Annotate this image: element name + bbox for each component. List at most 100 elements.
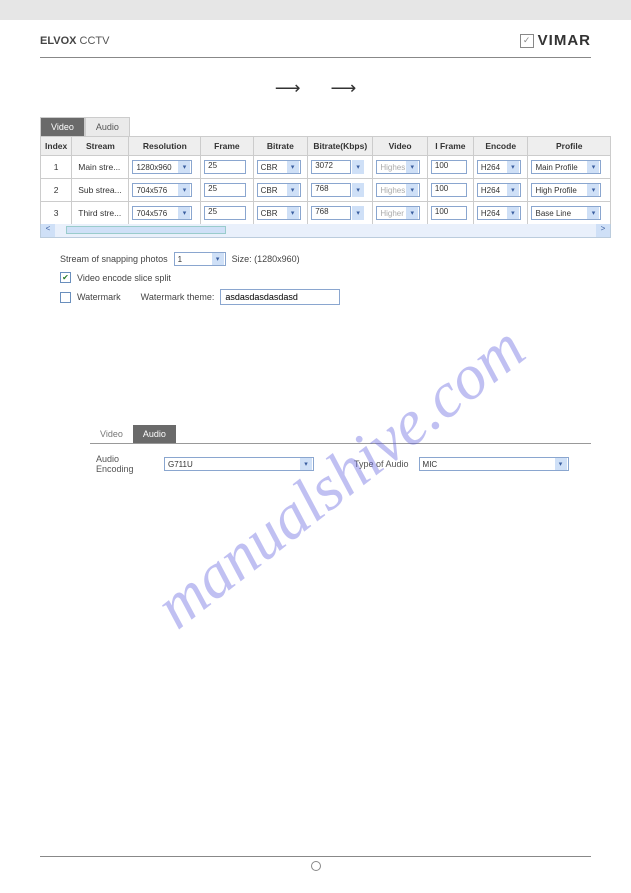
cell-profile: High Profile▾: [528, 179, 611, 202]
scroll-track[interactable]: [55, 224, 596, 237]
arrow-right-icon: ⟶: [331, 78, 357, 99]
col-index: Index: [41, 137, 72, 156]
cell-select[interactable]: Highes▾: [376, 183, 420, 197]
snap-label: Stream of snapping photos: [60, 254, 168, 264]
cell-frame: 25: [201, 202, 253, 225]
cell-iframe: 100: [427, 156, 473, 179]
cell-bk: 768▾: [308, 179, 373, 202]
cell-bitrate: CBR▾: [253, 179, 308, 202]
chevron-down-icon: ▾: [406, 184, 418, 196]
chevron-down-icon: ▾: [287, 207, 299, 219]
audio-row: Audio Encoding G711U ▾ Type of Audio MIC…: [90, 444, 591, 484]
chevron-down-icon: ▾: [212, 253, 224, 265]
cell-frame: 25: [201, 156, 253, 179]
options-block: Stream of snapping photos 1 ▾ Size: (128…: [60, 252, 607, 305]
page-header: ELVOX CCTV ✓ VIMAR: [0, 20, 631, 57]
slice-checkbox[interactable]: [60, 272, 71, 283]
audio-type-select[interactable]: MIC ▾: [419, 457, 569, 471]
cell-input[interactable]: 100: [431, 183, 467, 197]
audio-panel: Video Audio Audio Encoding G711U ▾ Type …: [90, 425, 591, 484]
cell-select[interactable]: 704x576▾: [132, 183, 192, 197]
horizontal-scrollbar[interactable]: < >: [40, 224, 611, 238]
table-row: 3Third stre...704x576▾25CBR▾768▾Higher▾1…: [41, 202, 611, 225]
col-frame: Frame: [201, 137, 253, 156]
chevron-down-icon: ▾: [406, 207, 418, 219]
cell-res: 704x576▾: [129, 179, 201, 202]
cell-input[interactable]: 25: [204, 160, 246, 174]
watermark-label: Watermark: [77, 292, 121, 302]
audio-encoding-label: Audio Encoding: [96, 454, 154, 474]
brand-logo-icon: ✓: [520, 34, 534, 48]
scroll-thumb[interactable]: [66, 226, 226, 234]
nav-arrows: ⟶ ⟶: [0, 78, 631, 99]
tab-video-2[interactable]: Video: [90, 425, 133, 443]
chevron-down-icon: ▾: [587, 184, 599, 196]
cell-video: Highes▾: [373, 156, 428, 179]
col-video: Video: [373, 137, 428, 156]
cell-stream: Main stre...: [72, 156, 129, 179]
col-bitrate-kbps: Bitrate(Kbps): [308, 137, 373, 156]
chevron-down-icon[interactable]: ▾: [352, 160, 364, 174]
snap-row: Stream of snapping photos 1 ▾ Size: (128…: [60, 252, 607, 266]
cell-res: 704x576▾: [129, 202, 201, 225]
cell-select[interactable]: Base Line▾: [531, 206, 601, 220]
watermark-checkbox[interactable]: [60, 292, 71, 303]
chevron-down-icon: ▾: [300, 458, 312, 470]
audio-encoding-value: G711U: [168, 460, 193, 469]
cell-select[interactable]: Higher▾: [376, 206, 420, 220]
video-tabs: Video Audio: [40, 117, 611, 136]
cell-select[interactable]: H264▾: [477, 160, 521, 174]
chevron-down-icon: ▾: [178, 207, 190, 219]
cell-stream: Sub strea...: [72, 179, 129, 202]
col-resolution: Resolution: [129, 137, 201, 156]
watermark-theme-label: Watermark theme:: [141, 292, 215, 302]
arrow-right-icon: ⟶: [275, 78, 301, 99]
cell-select[interactable]: 1280x960▾: [132, 160, 192, 174]
audio-encoding-select[interactable]: G711U ▾: [164, 457, 314, 471]
cell-encode: H264▾: [473, 156, 528, 179]
cell-select[interactable]: H264▾: [477, 206, 521, 220]
col-iframe: I Frame: [427, 137, 473, 156]
watermark-theme-input[interactable]: [220, 289, 340, 305]
cell-input[interactable]: 25: [204, 183, 246, 197]
chevron-down-icon: ▾: [507, 184, 519, 196]
cell-select[interactable]: CBR▾: [257, 160, 301, 174]
chevron-down-icon: ▾: [178, 184, 190, 196]
cell-select[interactable]: Main Profile▾: [531, 160, 601, 174]
snap-select[interactable]: 1 ▾: [174, 252, 226, 266]
table-row: 1Main stre...1280x960▾25CBR▾3072▾Highes▾…: [41, 156, 611, 179]
cell-input[interactable]: 100: [431, 206, 467, 220]
cell-input[interactable]: 768: [311, 206, 351, 220]
cell-select[interactable]: High Profile▾: [531, 183, 601, 197]
tab-audio-2[interactable]: Audio: [133, 425, 176, 443]
cell-bk: 768▾: [308, 202, 373, 225]
cell-video: Higher▾: [373, 202, 428, 225]
chevron-down-icon: ▾: [287, 184, 299, 196]
cell-profile: Main Profile▾: [528, 156, 611, 179]
cell-select[interactable]: Highes▾: [376, 160, 420, 174]
scroll-right-icon[interactable]: >: [596, 224, 610, 237]
cell-bitrate: CBR▾: [253, 202, 308, 225]
brand-suffix: CCTV: [76, 35, 109, 47]
chevron-down-icon[interactable]: ▾: [352, 206, 364, 220]
stream-table: Index Stream Resolution Frame Bitrate Bi…: [40, 136, 611, 225]
cell-select[interactable]: 704x576▾: [132, 206, 192, 220]
cell-index: 2: [41, 179, 72, 202]
chevron-down-icon: ▾: [287, 161, 299, 173]
slice-row: Video encode slice split: [60, 272, 607, 283]
scroll-left-icon[interactable]: <: [41, 224, 55, 237]
cell-bitrate: CBR▾: [253, 156, 308, 179]
cell-select[interactable]: CBR▾: [257, 183, 301, 197]
cell-input[interactable]: 768: [311, 183, 351, 197]
tab-video[interactable]: Video: [40, 117, 85, 136]
cell-input[interactable]: 3072: [311, 160, 351, 174]
chevron-down-icon: ▾: [587, 207, 599, 219]
tab-audio[interactable]: Audio: [85, 117, 130, 136]
cell-video: Highes▾: [373, 179, 428, 202]
cell-select[interactable]: H264▾: [477, 183, 521, 197]
cell-input[interactable]: 25: [204, 206, 246, 220]
cell-select[interactable]: CBR▾: [257, 206, 301, 220]
cell-input[interactable]: 100: [431, 160, 467, 174]
header-right: ✓ VIMAR: [520, 32, 591, 49]
chevron-down-icon[interactable]: ▾: [352, 183, 364, 197]
